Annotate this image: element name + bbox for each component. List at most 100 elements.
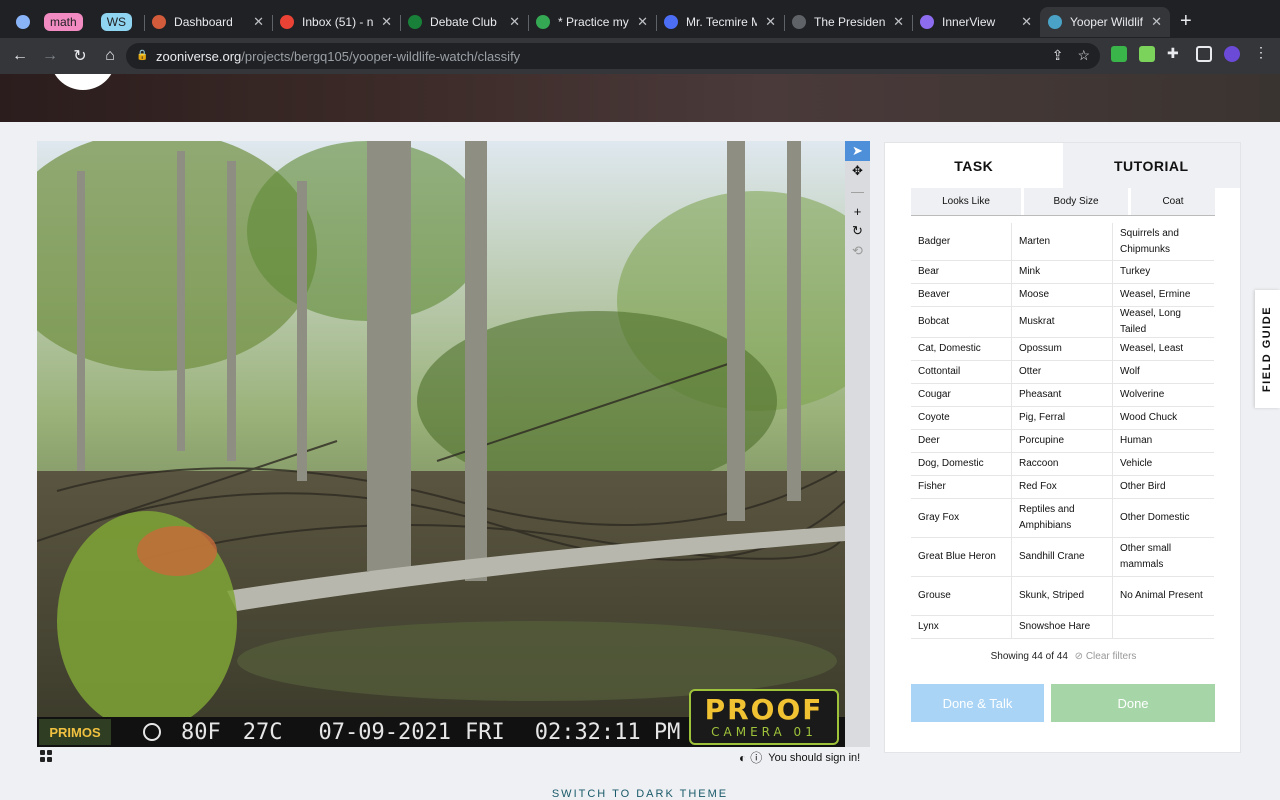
field-guide-tab[interactable]: FIELD GUIDE [1255,290,1280,408]
species-choice[interactable]: Snowshoe Hare [1012,616,1113,639]
close-tab-icon[interactable]: ✕ [637,14,648,30]
species-choice[interactable]: Moose [1012,284,1113,307]
metadata-grid-icon[interactable] [40,750,52,762]
info-icon[interactable]: ⓘ [750,749,762,766]
species-choice[interactable]: Wolverine [1113,384,1214,407]
species-choice[interactable]: Wolf [1113,361,1214,384]
close-tab-icon[interactable]: ✕ [893,14,904,30]
species-choice[interactable]: Muskrat [1012,307,1113,338]
species-choice[interactable]: Human [1113,430,1214,453]
home-icon[interactable]: ⌂ [96,42,124,70]
tab-task[interactable]: TASK [885,143,1063,188]
species-choice[interactable]: Coyote [911,407,1012,430]
species-choice[interactable]: Cottontail [911,361,1012,384]
tab-tutorial[interactable]: TUTORIAL [1062,143,1240,188]
close-tab-icon[interactable]: ✕ [1151,14,1162,30]
done-button[interactable]: Done [1051,684,1215,722]
share-icon[interactable]: ⇪ [1052,47,1064,64]
move-icon[interactable]: ✥ [845,161,870,181]
species-choice[interactable]: Other Bird [1113,476,1214,499]
menu-kebab-icon[interactable]: ⋮ [1254,44,1270,60]
browser-tab[interactable]: Mr. Tecmire M ✕ [656,7,784,37]
species-choice[interactable]: Weasel, Long Tailed [1113,307,1214,338]
address-bar[interactable]: 🔒 zooniverse.org/projects/bergq105/yoope… [126,43,1100,69]
species-choice[interactable]: Red Fox [1012,476,1113,499]
browser-tab[interactable]: Dashboard ✕ [144,7,272,37]
close-tab-icon[interactable]: ✕ [1021,14,1032,30]
side-panel-icon[interactable] [1196,46,1212,62]
species-choice[interactable]: Porcupine [1012,430,1113,453]
species-choice[interactable]: Pheasant [1012,384,1113,407]
forward-icon[interactable]: → [36,42,64,70]
species-choice[interactable]: Gray Fox [911,499,1012,538]
browser-tab[interactable]: * Practice my ✕ [528,7,656,37]
species-choice[interactable]: Bear [911,261,1012,284]
browser-tab[interactable]: Inbox (51) - na ✕ [272,7,400,37]
species-choice[interactable]: Bobcat [911,307,1012,338]
species-choice[interactable]: Raccoon [1012,453,1113,476]
subject-image[interactable]: PRIMOS 80F 27C 07-09-2021 FRI 02:32:11 P… [37,141,845,747]
species-choice[interactable]: Deer [911,430,1012,453]
tab-blank[interactable] [8,7,38,37]
species-choice[interactable]: Grouse [911,577,1012,616]
species-choice[interactable]: Fisher [911,476,1012,499]
species-choice[interactable]: Dog, Domestic [911,453,1012,476]
pointer-icon[interactable]: ➤ [845,141,870,161]
close-tab-icon[interactable]: ✕ [765,14,776,30]
species-choice[interactable]: Turkey [1113,261,1214,284]
tab-title: * Practice my [558,15,629,29]
back-icon[interactable]: ← [6,42,34,70]
close-tab-icon[interactable]: ✕ [253,14,264,30]
species-choice[interactable]: Skunk, Striped [1012,577,1113,616]
profile-avatar[interactable] [1224,46,1240,62]
species-choice[interactable]: Cat, Domestic [911,338,1012,361]
species-choice[interactable]: Pig, Ferral [1012,407,1113,430]
tab-group-math[interactable]: math [38,7,95,37]
close-tab-icon[interactable]: ✕ [381,14,392,30]
species-choice[interactable]: Other small mammals [1113,538,1214,577]
extension-icon[interactable] [1139,46,1155,62]
new-tab-button[interactable]: + [1180,10,1192,33]
tab-group-ws[interactable]: WS [95,7,144,37]
sign-in-notice[interactable]: You should sign in! [768,752,860,764]
close-tab-icon[interactable]: ✕ [509,14,520,30]
browser-tab[interactable]: Debate Club ✕ [400,7,528,37]
species-choice[interactable]: Beaver [911,284,1012,307]
species-choice[interactable]: Badger [911,223,1012,261]
zoom-out-icon[interactable]: — [845,181,870,201]
species-choice[interactable]: Weasel, Least [1113,338,1214,361]
species-choice[interactable]: Mink [1012,261,1113,284]
species-choice[interactable]: Wood Chuck [1113,407,1214,430]
species-choice[interactable]: Squirrels and Chipmunks [1113,223,1214,261]
extension-icon[interactable] [1111,46,1127,62]
reset-icon[interactable]: ⟲ [845,241,870,261]
bookmark-star-icon[interactable]: ☆ [1077,47,1090,64]
puzzle-extensions-icon[interactable]: ✚ [1167,45,1183,61]
browser-tab[interactable]: The President ✕ [784,7,912,37]
reload-icon[interactable]: ↻ [66,42,94,70]
species-choice[interactable]: Sandhill Crane [1012,538,1113,577]
browser-tab[interactable]: Yooper Wildlif ✕ [1040,7,1171,37]
species-choice[interactable]: No Animal Present [1113,577,1214,616]
done-and-talk-button[interactable]: Done & Talk [911,684,1044,722]
species-choice[interactable]: Marten [1012,223,1113,261]
switch-dark-theme-link[interactable]: SWITCH TO DARK THEME [0,788,1280,800]
species-choice[interactable]: Other Domestic [1113,499,1214,538]
species-choice[interactable]: Reptiles and Amphibians [1012,499,1113,538]
species-choice[interactable]: Weasel, Ermine [1113,284,1214,307]
rotate-icon[interactable]: ↻ [845,221,870,241]
species-choice[interactable]: Great Blue Heron [911,538,1012,577]
species-choice[interactable]: Opossum [1012,338,1113,361]
species-choice[interactable]: Lynx [911,616,1012,639]
invert-icon[interactable]: ◐ [739,751,746,765]
species-choice[interactable]: Cougar [911,384,1012,407]
clear-filters-link[interactable]: ⊘ Clear filters [1075,651,1137,662]
zooniverse-logo[interactable] [50,74,116,90]
filter-body-size[interactable]: Body Size [1024,188,1128,215]
browser-tab[interactable]: InnerView ✕ [912,7,1040,37]
filter-looks-like[interactable]: Looks Like [911,188,1021,215]
species-choice[interactable]: Otter [1012,361,1113,384]
filter-coat[interactable]: Coat [1131,188,1215,215]
species-choice[interactable]: Vehicle [1113,453,1214,476]
zoom-in-icon[interactable]: + [845,201,870,221]
